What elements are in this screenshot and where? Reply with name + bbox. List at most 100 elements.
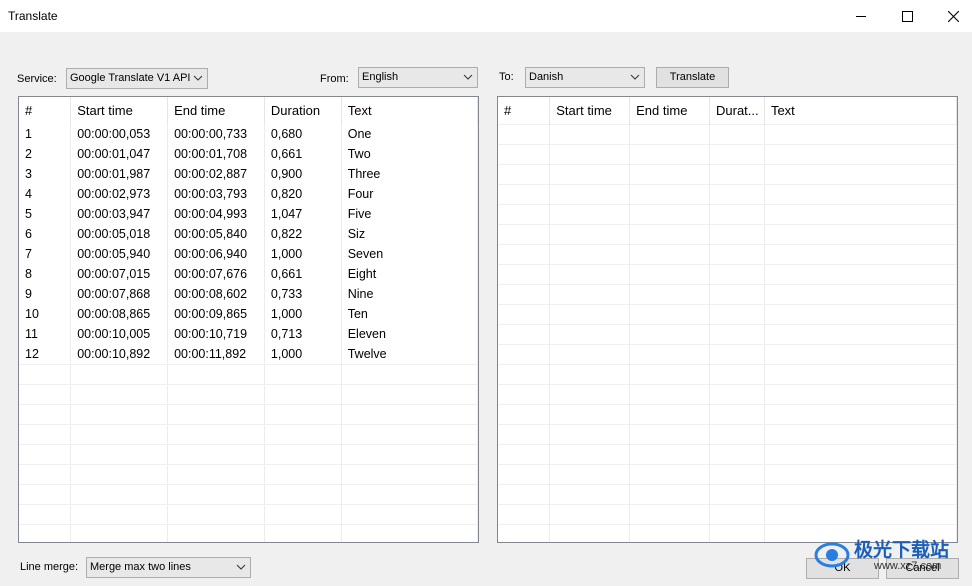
translate-button[interactable]: Translate bbox=[656, 67, 729, 88]
table-cell bbox=[498, 183, 551, 204]
table-cell: 00:00:07,676 bbox=[167, 264, 265, 284]
table-cell bbox=[264, 363, 342, 384]
table-row[interactable]: 10 00:00:08,865 00:00:09,865 1,000 Ten bbox=[19, 304, 478, 324]
table-cell: 00:00:01,987 bbox=[70, 164, 169, 184]
empty-row bbox=[498, 503, 957, 524]
table-row[interactable]: 2 00:00:01,047 00:00:01,708 0,661 Two bbox=[19, 144, 478, 164]
minimize-button[interactable] bbox=[838, 0, 884, 32]
table-cell bbox=[498, 503, 551, 524]
table-cell bbox=[549, 223, 631, 244]
table-row[interactable]: 4 00:00:02,973 00:00:03,793 0,820 Four bbox=[19, 184, 478, 204]
table-cell bbox=[629, 523, 710, 542]
table-cell bbox=[70, 423, 169, 444]
table-cell: 2 bbox=[19, 144, 72, 164]
table-row[interactable]: 5 00:00:03,947 00:00:04,993 1,047 Five bbox=[19, 204, 478, 224]
service-dropdown[interactable]: Google Translate V1 API bbox=[66, 68, 208, 89]
to-label: To: bbox=[499, 71, 514, 83]
line-merge-label: Line merge: bbox=[20, 561, 79, 573]
chevron-down-icon bbox=[630, 74, 640, 80]
table-cell bbox=[709, 383, 765, 404]
target-subtitle-grid[interactable]: # Start time End time Durat... Text bbox=[497, 96, 958, 543]
from-language-dropdown[interactable]: English bbox=[358, 67, 478, 88]
table-cell: 0,900 bbox=[264, 164, 342, 184]
table-row[interactable]: 8 00:00:07,015 00:00:07,676 0,661 Eight bbox=[19, 264, 478, 284]
table-cell bbox=[549, 303, 631, 324]
table-cell: One bbox=[341, 124, 478, 144]
column-header-end-time[interactable]: End time bbox=[167, 97, 265, 124]
column-header-start-time[interactable]: Start time bbox=[549, 97, 631, 124]
table-cell: 0,661 bbox=[264, 264, 342, 284]
empty-row bbox=[19, 523, 478, 542]
watermark-url: www.xz7.com bbox=[874, 560, 942, 572]
empty-row bbox=[498, 443, 957, 464]
table-cell: 00:00:01,047 bbox=[70, 144, 169, 164]
table-cell bbox=[341, 503, 478, 524]
table-cell: Seven bbox=[341, 244, 478, 264]
table-cell: 0,680 bbox=[264, 124, 342, 144]
table-cell bbox=[709, 403, 765, 424]
table-cell bbox=[498, 223, 551, 244]
table-cell: 00:00:00,733 bbox=[167, 124, 265, 144]
column-header-start-time[interactable]: Start time bbox=[70, 97, 169, 124]
table-cell bbox=[498, 263, 551, 284]
table-row[interactable]: 6 00:00:05,018 00:00:05,840 0,822 Siz bbox=[19, 224, 478, 244]
column-header-text[interactable]: Text bbox=[341, 97, 478, 124]
empty-row bbox=[19, 443, 478, 464]
table-cell bbox=[764, 223, 957, 244]
empty-row bbox=[498, 183, 957, 204]
table-cell: 4 bbox=[19, 184, 72, 204]
table-row[interactable]: 3 00:00:01,987 00:00:02,887 0,900 Three bbox=[19, 164, 478, 184]
table-cell bbox=[629, 323, 710, 344]
table-row[interactable]: 9 00:00:07,868 00:00:08,602 0,733 Nine bbox=[19, 284, 478, 304]
table-cell bbox=[764, 323, 957, 344]
empty-row bbox=[19, 463, 478, 484]
title-bar: Translate bbox=[0, 0, 972, 32]
table-cell bbox=[167, 383, 265, 404]
maximize-button[interactable] bbox=[884, 0, 930, 32]
table-cell bbox=[629, 223, 710, 244]
table-cell: 00:00:09,865 bbox=[167, 304, 265, 324]
table-cell bbox=[764, 343, 957, 364]
empty-row bbox=[498, 263, 957, 284]
table-cell bbox=[549, 443, 631, 464]
table-cell bbox=[167, 483, 265, 504]
table-cell bbox=[341, 483, 478, 504]
table-cell bbox=[629, 303, 710, 324]
table-cell bbox=[70, 503, 169, 524]
table-cell bbox=[498, 363, 551, 384]
column-header-number[interactable]: # bbox=[19, 97, 72, 124]
table-cell bbox=[709, 183, 765, 204]
empty-row bbox=[498, 323, 957, 344]
table-cell bbox=[264, 503, 342, 524]
table-row[interactable]: 1 00:00:00,053 00:00:00,733 0,680 One bbox=[19, 124, 478, 144]
table-row[interactable]: 11 00:00:10,005 00:00:10,719 0,713 Eleven bbox=[19, 324, 478, 344]
column-header-duration[interactable]: Duration bbox=[264, 97, 342, 124]
line-merge-dropdown[interactable]: Merge max two lines bbox=[86, 557, 251, 578]
table-cell bbox=[498, 203, 551, 224]
close-button[interactable] bbox=[930, 0, 972, 32]
to-language-dropdown[interactable]: Danish bbox=[525, 67, 645, 88]
table-cell bbox=[629, 363, 710, 384]
table-cell: Siz bbox=[341, 224, 478, 244]
empty-row bbox=[19, 363, 478, 384]
table-cell bbox=[167, 443, 265, 464]
column-header-end-time[interactable]: End time bbox=[629, 97, 710, 124]
table-cell bbox=[764, 423, 957, 444]
column-header-duration[interactable]: Durat... bbox=[709, 97, 765, 124]
table-cell: 8 bbox=[19, 264, 72, 284]
column-header-text[interactable]: Text bbox=[764, 97, 957, 124]
table-cell bbox=[549, 143, 631, 164]
table-cell: 1,000 bbox=[264, 244, 342, 264]
table-cell: 0,661 bbox=[264, 144, 342, 164]
column-header-number[interactable]: # bbox=[498, 97, 551, 124]
table-cell bbox=[764, 163, 957, 184]
table-cell bbox=[549, 483, 631, 504]
table-cell bbox=[709, 523, 765, 542]
source-subtitle-grid[interactable]: # Start time End time Duration Text 1 00:… bbox=[18, 96, 479, 543]
table-cell: 00:00:03,793 bbox=[167, 184, 265, 204]
table-row[interactable]: 7 00:00:05,940 00:00:06,940 1,000 Seven bbox=[19, 244, 478, 264]
table-cell: 00:00:04,993 bbox=[167, 204, 265, 224]
table-row[interactable]: 12 00:00:10,892 00:00:11,892 1,000 Twelve bbox=[19, 344, 478, 364]
table-cell bbox=[19, 363, 72, 384]
table-cell bbox=[167, 523, 265, 542]
